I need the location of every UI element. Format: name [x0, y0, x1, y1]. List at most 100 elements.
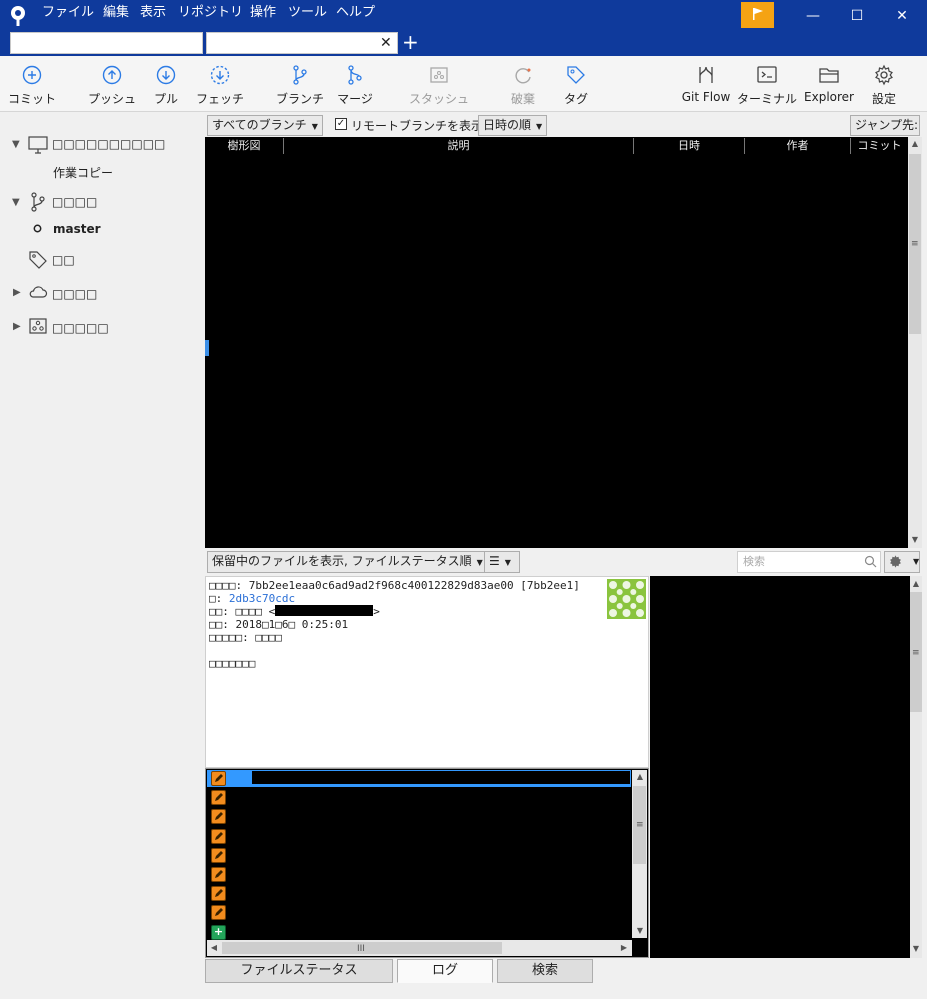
fetch-icon — [210, 65, 230, 85]
branch-button[interactable]: ブランチ — [272, 60, 328, 110]
dropdown-arrow-icon: ▼ — [311, 122, 318, 131]
fetch-button[interactable]: フェッチ — [192, 60, 248, 110]
submodule-icon — [29, 318, 47, 334]
options-gear-dropdown[interactable]: ▼ — [884, 551, 920, 573]
menu-tools[interactable]: ツール — [288, 4, 327, 22]
add-tab-button[interactable]: + — [402, 31, 419, 53]
tab-repository-2[interactable] — [206, 32, 398, 54]
scroll-down-icon[interactable]: ▼ — [909, 535, 921, 544]
explorer-label: Explorer — [804, 90, 854, 104]
terminal-button[interactable]: ターミナル — [736, 60, 798, 110]
column-commit[interactable]: コミット — [851, 138, 908, 154]
sort-dropdown[interactable]: 日時の順 ▼ — [478, 115, 548, 136]
author-suffix: > — [373, 605, 380, 618]
show-remote-checkbox[interactable]: ✓ — [335, 118, 347, 130]
pull-label: プル — [153, 92, 178, 106]
chevron-right-icon[interactable]: ▶ — [13, 287, 21, 298]
gear-icon — [890, 555, 901, 568]
sourcetree-logo-icon — [11, 6, 25, 26]
tab-log[interactable]: ログ — [397, 959, 493, 983]
list-icon: ☰ — [489, 554, 500, 568]
date-line: □□: 2018□1□6□ 0:25:01 — [209, 618, 349, 631]
commit-hash-line: □□□□: 7bb2ee1eaa0c6ad9ad2f968c400122829d… — [209, 579, 580, 592]
terminal-label: ターミナル — [736, 92, 797, 106]
explorer-button[interactable]: Explorer — [800, 60, 858, 110]
flag-icon — [753, 8, 763, 20]
scroll-right-icon[interactable]: ▶ — [618, 943, 630, 952]
tab-repository-1[interactable] — [10, 32, 203, 54]
column-description[interactable]: 説明 — [284, 138, 634, 154]
menu-actions[interactable]: 操作 — [250, 4, 276, 22]
close-tab-icon[interactable]: ✕ — [380, 35, 392, 51]
commit-details-panel: □□□□: 7bb2ee1eaa0c6ad9ad2f968c400122829d… — [205, 576, 649, 768]
dropdown-arrow-icon: ▼ — [536, 122, 543, 131]
menu-view[interactable]: 表示 — [140, 4, 166, 22]
push-icon — [102, 65, 122, 85]
list-mode-dropdown[interactable]: ☰ ▼ — [484, 551, 520, 573]
search-icon — [864, 555, 877, 568]
scroll-up-icon[interactable]: ▲ — [910, 579, 922, 588]
pull-icon — [156, 65, 176, 85]
parent-label: □: — [209, 592, 229, 605]
tab-search[interactable]: 検索 — [497, 959, 593, 983]
git-flow-label: Git Flow — [681, 90, 731, 104]
branches-dropdown[interactable]: すべてのブランチ ▼ — [207, 115, 323, 136]
tag-button[interactable]: タグ — [553, 60, 599, 110]
menu-edit[interactable]: 編集 — [103, 4, 129, 22]
commit-graph-table[interactable] — [205, 137, 908, 548]
redacted-email — [275, 605, 374, 616]
file-modified-icon — [211, 886, 226, 902]
discard-button[interactable]: 破棄 — [500, 60, 546, 110]
menu-help[interactable]: ヘルプ — [336, 4, 375, 22]
grip-icon: ≡ — [912, 648, 920, 658]
chevron-right-icon[interactable]: ▶ — [13, 321, 21, 332]
tab-file-status[interactable]: ファイルステータス — [205, 959, 393, 983]
scroll-down-icon[interactable]: ▼ — [910, 944, 922, 953]
file-options-label: 保留中のファイルを表示, ファイルステータス順 — [212, 554, 472, 568]
sidebar-workspace-header[interactable]: □□□□□□□□□□ — [52, 137, 165, 151]
stash-button[interactable]: スタッシュ — [404, 60, 474, 110]
changed-files-list[interactable] — [205, 768, 649, 958]
branch-icon — [293, 65, 307, 85]
diff-view[interactable] — [650, 576, 910, 958]
tag-icon — [29, 251, 47, 269]
committer-line: □□□□□: □□□□ — [209, 631, 282, 644]
close-window-button[interactable]: ✕ — [892, 6, 912, 26]
dropdown-arrow-icon: ▼ — [476, 558, 483, 567]
merge-button[interactable]: マージ — [330, 60, 380, 110]
file-modified-icon — [211, 809, 226, 825]
pull-button[interactable]: プル — [144, 60, 188, 110]
file-modified-icon — [211, 867, 226, 882]
grip-icon: III — [357, 944, 365, 954]
column-author[interactable]: 作者 — [745, 138, 851, 154]
sidebar-item-master[interactable]: master — [53, 222, 101, 236]
column-graph[interactable]: 樹形図 — [205, 138, 284, 154]
jump-to-button[interactable]: ジャンプ先: — [850, 115, 920, 136]
search-input[interactable]: 検索 — [737, 551, 881, 573]
menu-repository[interactable]: リポジトリ — [178, 4, 243, 22]
scroll-left-icon[interactable]: ◀ — [208, 943, 220, 952]
sidebar-remotes-header[interactable]: □□□□ — [52, 287, 97, 301]
settings-button[interactable]: 設定 — [862, 60, 906, 110]
sidebar-branches-header[interactable]: □□□□ — [52, 195, 97, 209]
scroll-up-icon[interactable]: ▲ — [634, 772, 646, 781]
file-options-dropdown[interactable]: 保留中のファイルを表示, ファイルステータス順 ▼ — [207, 551, 488, 573]
notification-flag-button[interactable] — [741, 2, 774, 28]
commit-button[interactable]: コミット — [4, 60, 60, 110]
maximize-button[interactable]: ☐ — [847, 6, 867, 26]
menu-file[interactable]: ファイル — [42, 4, 94, 22]
sidebar-submodules-header[interactable]: □□□□□ — [52, 321, 109, 335]
chevron-down-icon[interactable]: ▼ — [12, 197, 20, 208]
terminal-icon — [757, 66, 777, 83]
git-flow-button[interactable]: Git Flow — [678, 60, 734, 110]
settings-label: 設定 — [871, 92, 896, 106]
scroll-up-icon[interactable]: ▲ — [909, 139, 921, 148]
chevron-down-icon[interactable]: ▼ — [12, 139, 20, 150]
push-button[interactable]: プッシュ — [84, 60, 140, 110]
scroll-down-icon[interactable]: ▼ — [634, 926, 646, 935]
sidebar-tags-header[interactable]: □□ — [52, 253, 75, 267]
parent-hash-link[interactable]: 2db3c70cdc — [229, 592, 295, 605]
minimize-button[interactable]: — — [803, 6, 823, 26]
column-date[interactable]: 日時 — [634, 138, 745, 154]
sidebar-item-working-copy[interactable]: 作業コピー — [53, 164, 113, 181]
